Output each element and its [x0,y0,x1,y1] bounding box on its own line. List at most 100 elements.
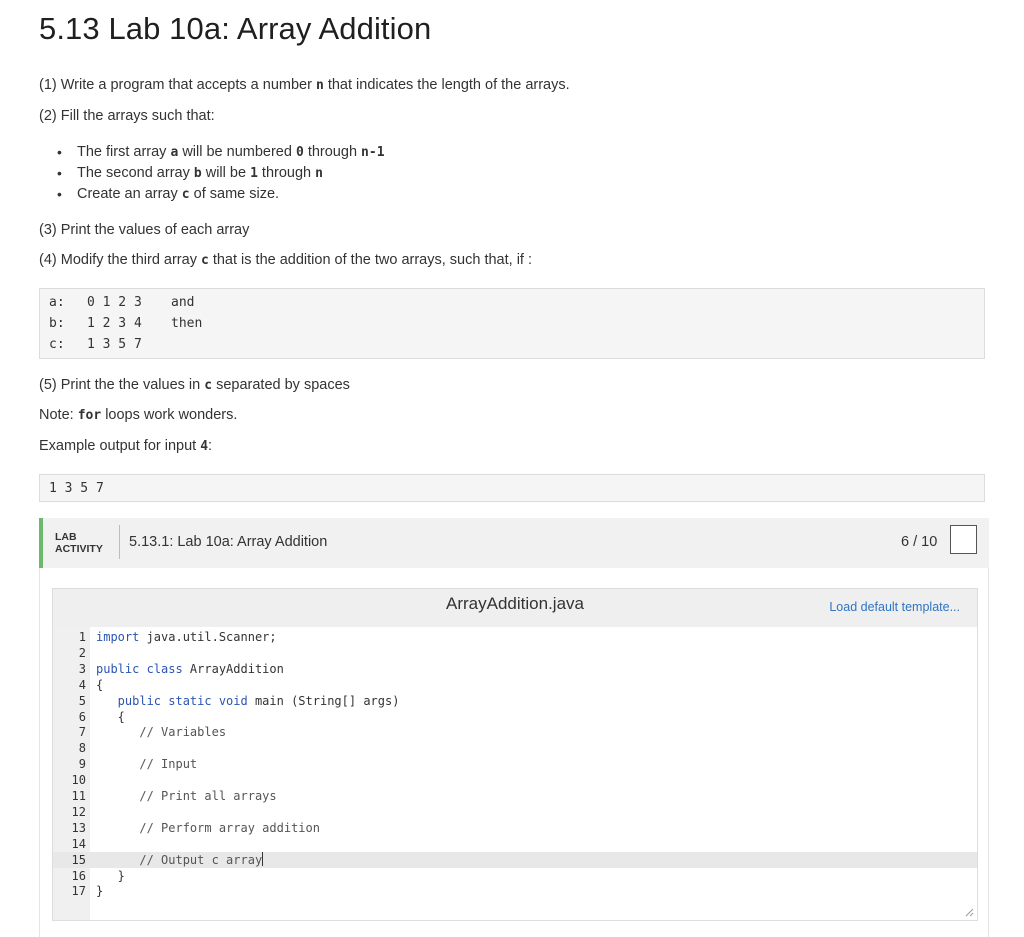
code-line[interactable]: 5 public static void main (String[] args… [53,693,977,709]
code-line[interactable]: 10 [53,772,977,788]
page-title: 5.13 Lab 10a: Array Addition [39,11,432,46]
code-comment: // Print all arrays [96,789,277,803]
instruction-text: Note: [39,407,78,423]
note-text: Note: for loops work wonders. [39,407,237,423]
lab-tag-line: LAB [55,531,77,543]
code-text[interactable]: { [96,677,103,693]
inline-code: n-1 [361,145,385,160]
code-token: ArrayAddition [182,661,284,676]
line-number: 15 [71,852,86,867]
line-number: 16 [71,868,86,883]
lab-score: 6 / 10 [901,534,938,550]
text-cursor [262,851,264,866]
code-comment: // Input [96,757,198,772]
line-number: 10 [71,773,86,788]
code-line[interactable]: 2 [53,645,977,661]
code-line[interactable]: 4{ [53,677,977,693]
inline-code: n [315,78,324,93]
code-line[interactable]: 3 public class ArrayAddition [53,661,977,677]
code-line[interactable]: 16 } [53,868,977,884]
array-label: b: [49,316,65,331]
example-output-value: 1 3 5 7 [49,481,104,496]
code-token: { [96,709,125,724]
instruction-step-3: (3) Print the values of each array [39,222,250,238]
line-number: 12 [71,804,86,819]
load-default-template-link[interactable]: Load default template... [829,600,960,614]
code-line[interactable]: 14 [53,836,977,852]
line-number: 9 [78,757,86,772]
code-text[interactable]: import java.util.Scanner; [96,629,277,645]
line-number: 6 [78,709,86,724]
line-number: 1 [78,630,86,644]
code-comment: // Variables [96,725,227,740]
code-line[interactable]: 7 // Variables [53,724,977,740]
line-number: 11 [71,789,86,803]
code-text[interactable]: // Input [96,756,197,772]
inline-code: 1 [250,166,258,181]
example-output-label: Example output for input 4: [39,438,212,454]
code-text[interactable]: // Output c array [96,851,264,868]
lab-activity-tag: LAB ACTIVITY [55,531,103,555]
instruction-text: that indicates the length of the arrays. [323,77,570,93]
code-token: main (String[] args) [247,693,400,708]
inline-code: c [181,187,190,202]
code-token: java.util.Scanner; [139,630,277,644]
code-line[interactable]: 15 // Output c array [53,851,977,868]
list-item: The second array b will be 1 through n [39,163,385,184]
lab-tag-line: ACTIVITY [55,543,103,555]
code-line[interactable]: 13 // Perform array addition [53,820,977,836]
inline-code: c [200,253,209,268]
code-line[interactable]: 9 // Input [53,756,977,772]
code-comment: // Perform array addition [96,820,320,835]
instruction-text: that is the addition of the two arrays, … [208,252,533,268]
lab-title: 5.13.1: Lab 10a: Array Addition [129,534,328,550]
line-number: 7 [78,725,86,740]
code-text[interactable]: // Variables [96,724,226,740]
code-text[interactable]: // Print all arrays [96,788,277,804]
instruction-text: of same size. [189,186,280,202]
instruction-text: (5) Print the the values in [39,377,205,393]
code-keyword: public static void [96,693,248,708]
inline-code: 0 [295,145,304,160]
code-line[interactable]: 6 { [53,709,977,725]
resize-handle-icon[interactable] [964,907,974,917]
array-example-block: a: 0 1 2 3 and b: 1 2 3 4 then c: 1 3 5 … [39,288,985,359]
list-item: The first array a will be numbered 0 thr… [39,142,385,163]
inline-code: b [193,166,202,181]
code-text[interactable]: // Perform array addition [96,820,320,836]
code-line[interactable]: 12 [53,804,977,820]
instruction-text: separated by spaces [212,377,350,393]
inline-code: c [204,378,213,393]
code-line[interactable]: 1 import java.util.Scanner; [53,629,977,645]
instruction-step-1: (1) Write a program that accepts a numbe… [39,77,570,93]
code-line[interactable]: 11 // Print all arrays [53,788,977,804]
lab-activity-header: LAB ACTIVITY 5.13.1: Lab 10a: Array Addi… [39,518,989,568]
instruction-text: (4) Modify the third array [39,252,201,268]
line-number: 3 [78,661,86,676]
line-number: 17 [71,884,86,899]
instruction-text: through [257,165,316,181]
code-text[interactable]: } [96,868,125,884]
instruction-step-5: (5) Print the the values in c separated … [39,377,350,393]
code-text[interactable]: public static void main (String[] args) [96,693,400,709]
code-text[interactable]: public class ArrayAddition [96,661,284,677]
array-values: 0 1 2 3 [87,295,142,310]
code-token: { [96,677,104,692]
code-line[interactable]: 17} [53,883,977,899]
line-number: 5 [78,693,86,708]
line-number: 4 [78,677,86,692]
header-divider [119,525,120,559]
code-text[interactable]: } [96,883,103,899]
code-text[interactable]: { [96,709,125,725]
array-note: then [171,316,203,331]
example-output-block: 1 3 5 7 [39,474,985,502]
code-keyword: import [96,630,140,644]
code-keyword: public class [96,661,183,676]
code-editor[interactable]: ArrayAddition.java Load default template… [52,588,978,921]
instruction-text: The second array [77,165,194,181]
instruction-text: : [208,438,213,454]
code-token: } [96,868,125,883]
score-badge-icon [950,525,977,554]
code-line[interactable]: 8 [53,740,977,756]
instruction-text: (1) Write a program that accepts a numbe… [39,77,316,93]
